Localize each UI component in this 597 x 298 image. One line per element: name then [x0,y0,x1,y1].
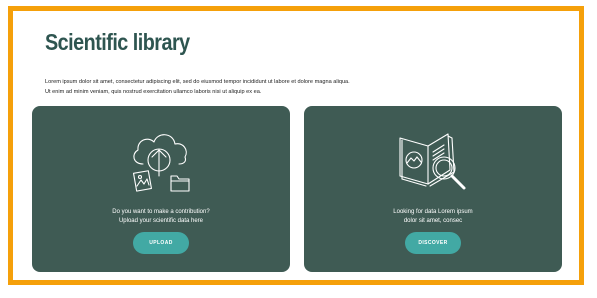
upload-button[interactable]: UPLOAD [133,232,189,254]
cloud-upload-icon [132,134,190,192]
discover-button[interactable]: DISCOVER [405,232,461,254]
discover-card-text: Looking for data Lorem ipsum dolor sit a… [304,208,562,226]
intro-line-2: Ut enim ad minim veniam, quis nostrud ex… [45,89,262,95]
discover-text-line-2: dolor sit amet, consec [403,218,463,224]
book-magnifier-icon [399,133,466,190]
intro-line-1: Lorem ipsum dolor sit amet, consectetur … [45,79,350,85]
discover-card: Looking for data Lorem ipsum dolor sit a… [304,106,562,272]
intro-text: Lorem ipsum dolor sit amet, consectetur … [45,77,565,97]
upload-card: Do you want to make a contribution? Uplo… [32,106,290,272]
discover-text-line-1: Looking for data Lorem ipsum [393,209,473,215]
upload-text-line-2: Upload your scientific data here [118,218,204,224]
upload-card-text: Do you want to make a contribution? Uplo… [32,208,290,226]
page-title: Scientific library [45,29,190,55]
upload-text-line-1: Do you want to make a contribution? [112,209,210,215]
